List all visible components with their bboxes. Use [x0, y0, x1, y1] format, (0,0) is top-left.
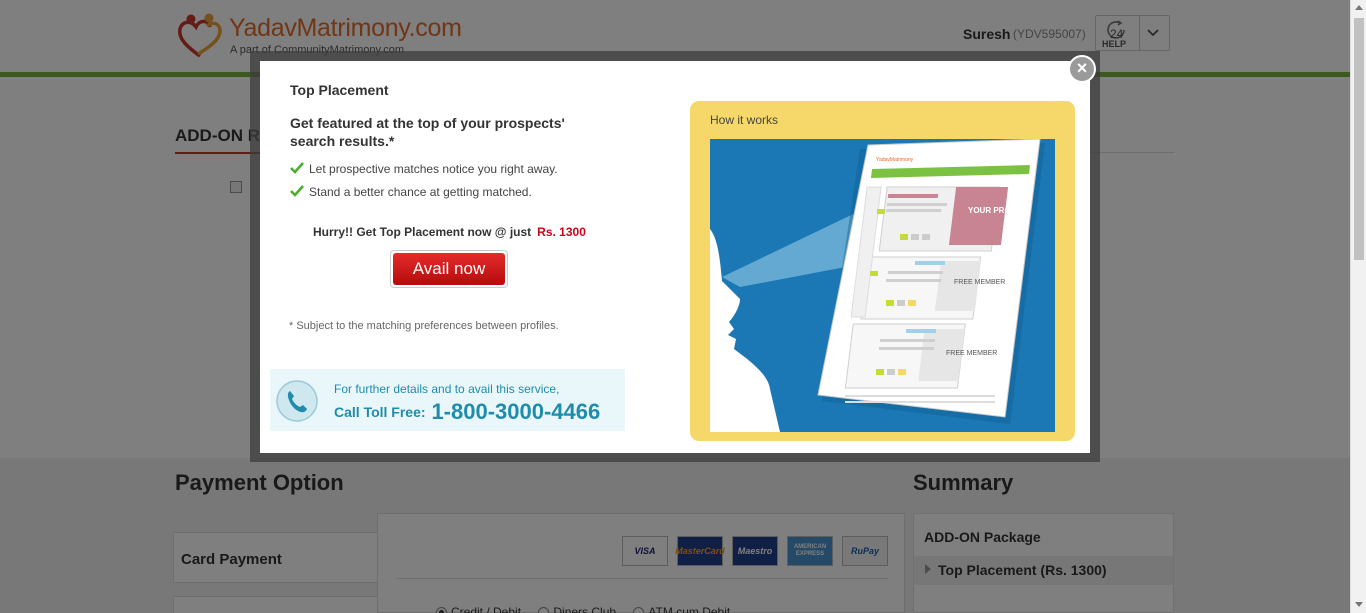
- illustration-svg: YadavMatrimony YOUR PROFILE FREE MEMBER: [710, 139, 1045, 432]
- scroll-down-icon[interactable]: [1355, 602, 1363, 607]
- free-member-label: FREE MEMBER: [954, 279, 1005, 286]
- benefit-text: Let prospective matches notice you right…: [309, 162, 558, 176]
- toll-free-box: For further details and to avail this se…: [270, 369, 625, 431]
- benefit-text: Stand a better chance at getting matched…: [309, 185, 532, 199]
- your-profile-label: YOUR PROFILE: [968, 206, 1029, 215]
- modal-title: Top Placement: [290, 82, 389, 98]
- how-it-works-panel: How it works YadavMatrimony YOUR PROFILE: [690, 101, 1075, 441]
- toll-free-label: Call Toll Free:: [334, 404, 426, 420]
- close-icon[interactable]: ×: [1068, 55, 1096, 83]
- modal-headline: Get featured at the top of your prospect…: [290, 115, 565, 149]
- benefit-item: Stand a better chance at getting matched…: [290, 185, 532, 199]
- top-placement-modal: Top Placement Get featured at the top of…: [260, 61, 1090, 453]
- toll-free-intro: For further details and to avail this se…: [334, 382, 560, 396]
- check-icon: [290, 162, 304, 174]
- benefit-item: Let prospective matches notice you right…: [290, 162, 558, 176]
- how-it-works-illustration: YadavMatrimony YOUR PROFILE FREE MEMBER: [710, 139, 1055, 432]
- free-member-label: FREE MEMBER: [946, 350, 997, 357]
- offer-text: Hurry!! Get Top Placement now @ just Rs. …: [313, 225, 586, 239]
- check-icon: [290, 185, 304, 197]
- offer-price: Rs. 1300: [537, 225, 586, 239]
- toll-free-number[interactable]: 1-800-3000-4466: [431, 399, 600, 424]
- disclaimer-note: * Subject to the matching preferences be…: [289, 320, 559, 332]
- scrollbar-thumb[interactable]: [1354, 18, 1364, 260]
- avail-now-label: Avail now: [393, 253, 505, 285]
- scroll-up-icon[interactable]: [1355, 5, 1363, 10]
- page-scrollbar[interactable]: [1350, 0, 1366, 613]
- svg-text:YadavMatrimony: YadavMatrimony: [876, 157, 914, 163]
- offer-label: Hurry!! Get Top Placement now @ just: [313, 225, 532, 239]
- how-it-works-label: How it works: [710, 113, 779, 127]
- phone-icon: [276, 380, 318, 422]
- avail-now-button[interactable]: Avail now: [390, 250, 508, 288]
- toll-free-line: Call Toll Free: 1-800-3000-4466: [334, 399, 600, 425]
